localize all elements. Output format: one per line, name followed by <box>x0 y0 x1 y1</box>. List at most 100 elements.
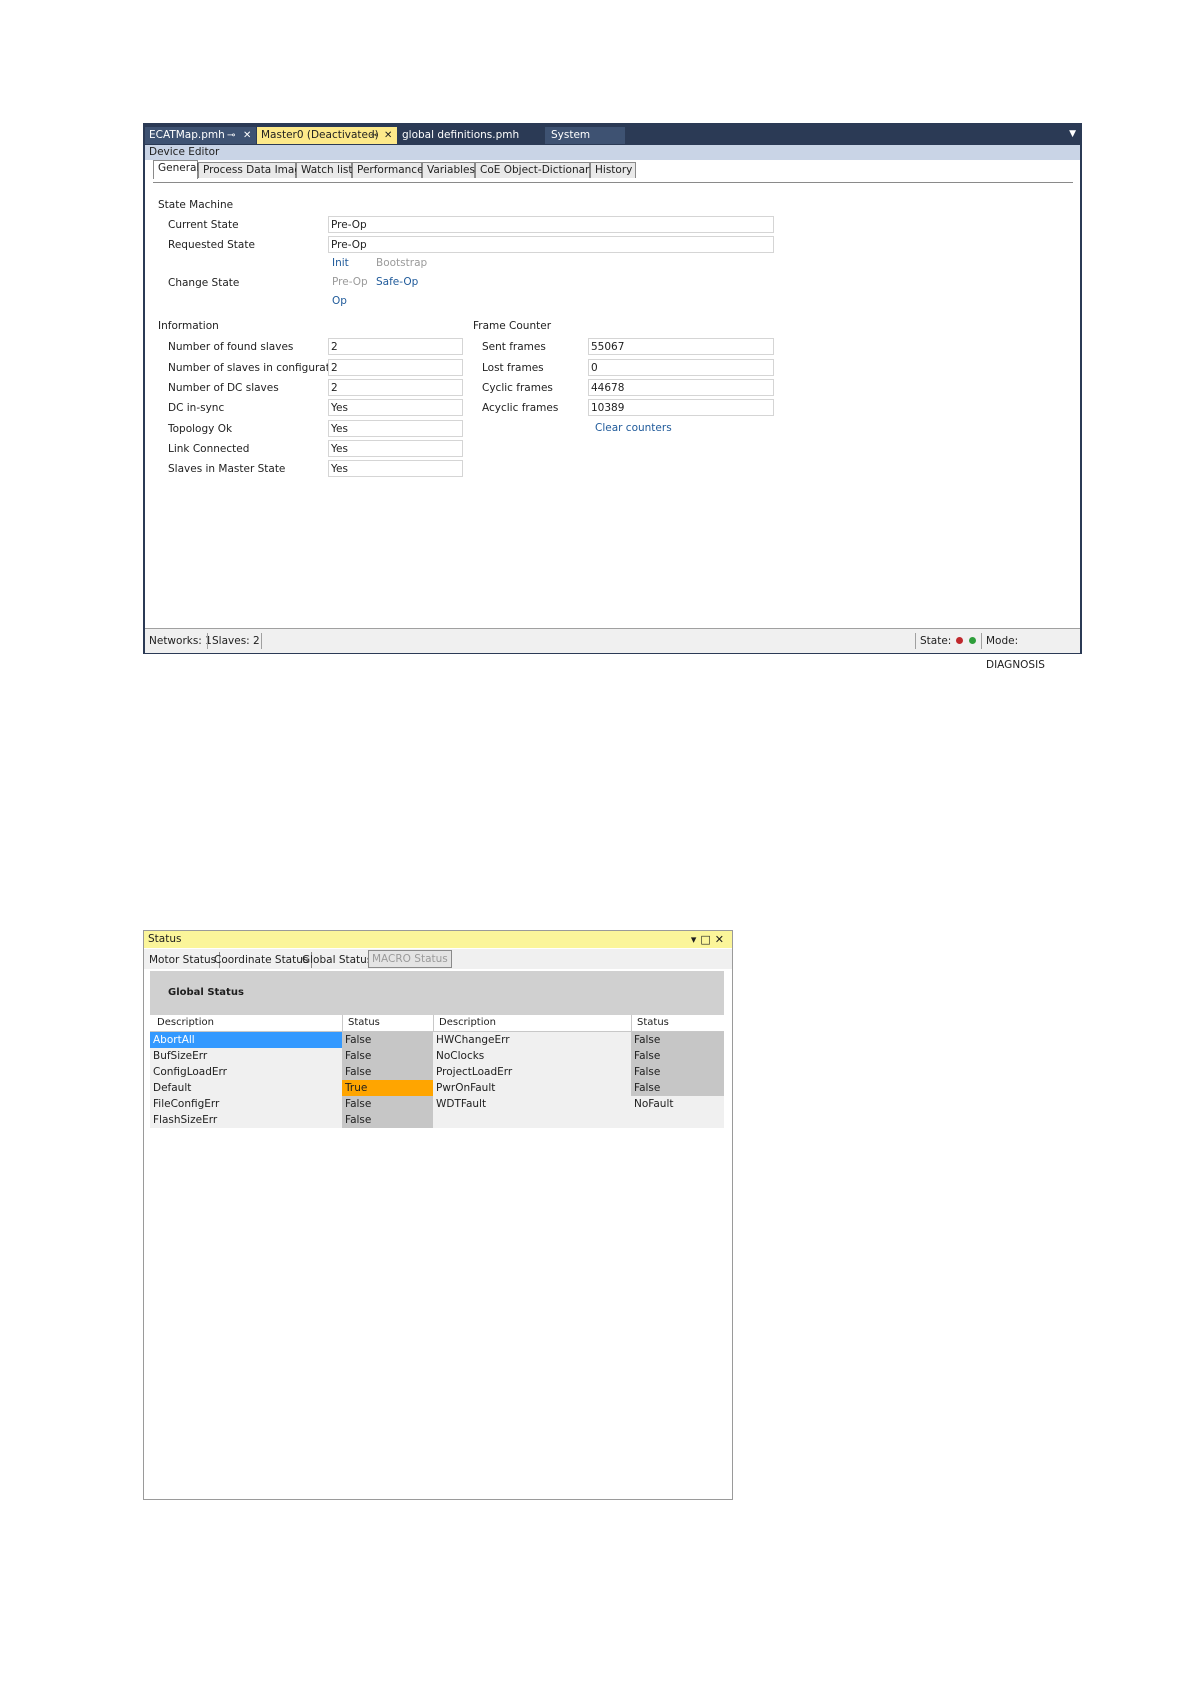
tab-motor-status[interactable]: Motor Status <box>146 952 221 968</box>
link-connected-label: Link Connected <box>168 443 250 455</box>
slaves-master-state-label: Slaves in Master State <box>168 463 286 475</box>
table-row[interactable]: ConfigLoadErr <box>150 1064 342 1080</box>
dc-in-sync-label: DC in-sync <box>168 402 225 414</box>
close-icon[interactable]: ✕ <box>384 127 392 144</box>
tab-watch-list[interactable]: Watch list <box>296 162 352 178</box>
table-row[interactable]: HWChangeErr <box>433 1032 631 1048</box>
found-slaves-label: Number of found slaves <box>168 341 294 353</box>
tab-history[interactable]: History <box>590 162 636 178</box>
tab-variables[interactable]: Variables <box>422 162 475 178</box>
tab-label: Performance <box>357 164 424 176</box>
table-row[interactable]: FlashSizeErr <box>150 1112 342 1128</box>
tab-dropdown-icon[interactable]: ▼ <box>1069 129 1076 139</box>
table-row[interactable]: ProjectLoadErr <box>433 1064 631 1080</box>
table-row[interactable]: NoClocks <box>433 1048 631 1064</box>
dropdown-icon[interactable]: ▾ <box>691 933 701 946</box>
close-icon[interactable]: ✕ <box>715 933 728 946</box>
status-cell: False <box>631 1032 724 1048</box>
table-row[interactable]: BufSizeErr <box>150 1048 342 1064</box>
slaves-master-state-field: Yes <box>328 460 463 477</box>
state-machine-heading: State Machine <box>158 199 234 211</box>
dc-slaves-label: Number of DC slaves <box>168 382 279 394</box>
preop-button: Pre-Op <box>332 276 368 288</box>
column-header[interactable]: Description <box>157 1017 214 1028</box>
status-cell: False <box>342 1048 433 1064</box>
column-divider <box>342 1015 343 1031</box>
tab-process-data-image[interactable]: Process Data Image <box>198 162 307 178</box>
grid-header: Description Status Description Status <box>150 1015 724 1032</box>
lost-frames-field: 0 <box>588 359 774 376</box>
table-row[interactable]: PwrOnFault <box>433 1080 631 1096</box>
frame-counter-heading: Frame Counter <box>473 320 552 332</box>
tab-label: General <box>158 162 200 174</box>
tab-coordinate-status[interactable]: Coordinate Status <box>211 952 313 968</box>
pin-icon[interactable]: ⊸ <box>227 127 235 144</box>
topology-ok-field: Yes <box>328 420 463 437</box>
cyclic-frames-label: Cyclic frames <box>482 382 553 394</box>
window-controls: ▾□✕ <box>691 931 728 948</box>
requested-state-label: Requested State <box>168 239 255 251</box>
tab-label: Watch list <box>301 164 353 176</box>
maximize-icon[interactable]: □ <box>700 933 714 946</box>
doc-tab-label: global definitions.pmh <box>402 129 520 141</box>
tab-divider <box>153 182 1073 183</box>
safeop-button[interactable]: Safe-Op <box>376 276 418 288</box>
column-header[interactable]: Status <box>348 1017 380 1028</box>
lost-frames-label: Lost frames <box>482 362 544 374</box>
information-heading: Information <box>158 320 219 332</box>
doc-tab-system[interactable]: System <box>545 127 625 144</box>
acyclic-frames-label: Acyclic frames <box>482 402 559 414</box>
current-state-field: Pre-Op <box>328 216 774 233</box>
tab-global-status[interactable]: Global Status <box>299 952 377 968</box>
tab-macro-status: MACRO Status <box>368 950 452 968</box>
global-status-heading: Global Status <box>150 971 724 1015</box>
doc-tab-global-definitions[interactable]: global definitions.pmh <box>398 127 543 144</box>
tab-coe-object-dictionary[interactable]: CoE Object-Dictionary <box>475 162 596 178</box>
dc-slaves-field: 2 <box>328 379 463 396</box>
status-tab-strip: Motor Status Coordinate Status Global St… <box>144 949 732 969</box>
table-row[interactable]: WDTFault <box>433 1096 631 1112</box>
empty-cell <box>433 1112 724 1128</box>
init-button[interactable]: Init <box>332 257 349 269</box>
status-cell: False <box>631 1080 724 1096</box>
table-row[interactable]: Default <box>150 1080 342 1096</box>
sent-frames-field: 55067 <box>588 338 774 355</box>
link-connected-field: Yes <box>328 440 463 457</box>
mode-label: Mode: DIAGNOSIS <box>986 635 1045 671</box>
status-cell: False <box>342 1112 433 1128</box>
column-header[interactable]: Status <box>637 1017 669 1028</box>
status-bar: Networks: 1 Slaves: 2 State: Mode: DIAGN… <box>145 628 1080 671</box>
state-green-dot-icon <box>969 637 976 644</box>
doc-tab-master0[interactable]: Master0 (Deactivated) ⊸ ✕ <box>257 127 397 144</box>
status-cell: False <box>342 1064 433 1080</box>
status-title-bar: Status ▾□✕ <box>144 931 732 948</box>
doc-tab-ecatmap[interactable]: ECATMap.pmh ⊸ ✕ <box>145 127 256 144</box>
status-cell-true: True <box>342 1080 433 1096</box>
state-red-dot-icon <box>956 637 963 644</box>
clear-counters-button[interactable]: Clear counters <box>595 422 672 434</box>
bootstrap-button: Bootstrap <box>376 257 428 269</box>
table-row[interactable]: AbortAll <box>150 1032 342 1048</box>
tab-performance[interactable]: Performance <box>352 162 424 178</box>
tab-label: Process Data Image <box>203 164 308 176</box>
cyclic-frames-field: 44678 <box>588 379 774 396</box>
status-separator <box>915 633 916 649</box>
topology-ok-label: Topology Ok <box>168 423 233 435</box>
status-cell: NoFault <box>631 1096 724 1112</box>
pin-icon[interactable]: ⊸ <box>370 127 378 144</box>
column-header[interactable]: Description <box>439 1017 496 1028</box>
doc-tab-label: System <box>551 129 591 141</box>
status-cell: False <box>631 1064 724 1080</box>
device-editor-content: General Process Data Image Watch list Pe… <box>145 160 1080 628</box>
op-button[interactable]: Op <box>332 295 347 307</box>
status-separator <box>981 633 982 649</box>
table-row[interactable]: FileConfigErr <box>150 1096 342 1112</box>
tab-label: Variables <box>427 164 475 176</box>
status-separator <box>261 633 262 649</box>
doc-tab-label: Master0 (Deactivated) <box>261 129 379 141</box>
dc-in-sync-field: Yes <box>328 399 463 416</box>
close-icon[interactable]: ✕ <box>243 127 251 144</box>
acyclic-frames-field: 10389 <box>588 399 774 416</box>
tab-general[interactable]: General <box>153 160 200 179</box>
requested-state-field: Pre-Op <box>328 236 774 253</box>
